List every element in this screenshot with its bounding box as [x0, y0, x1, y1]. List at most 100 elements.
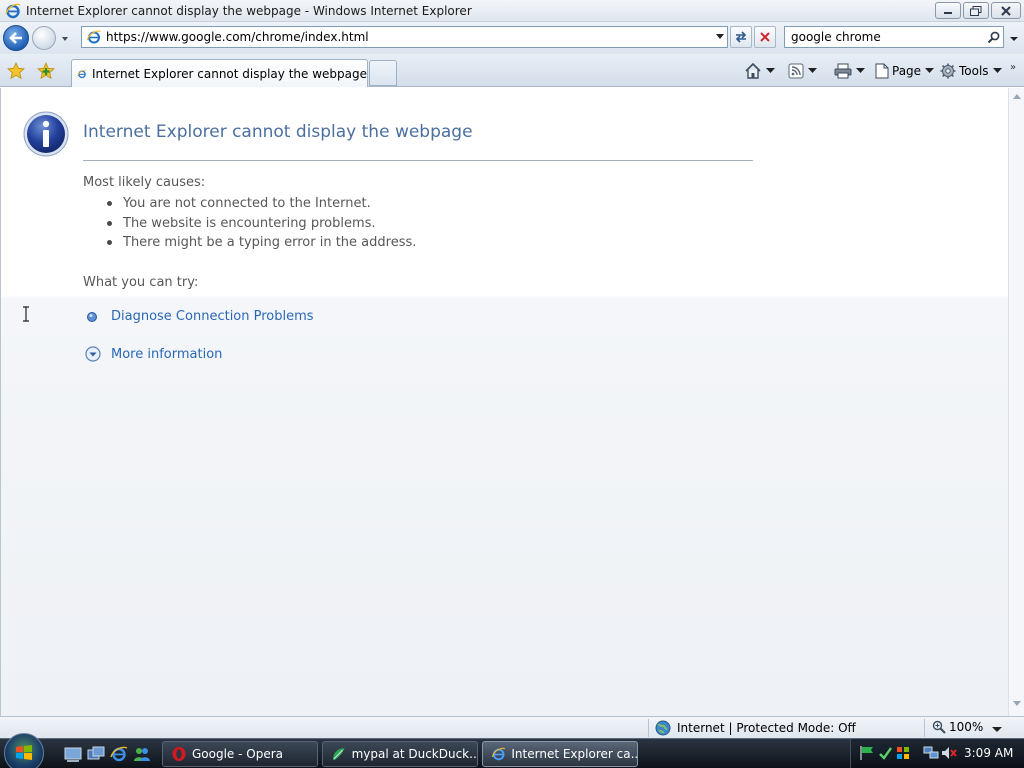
address-toolbar: https://www.google.com/chrome/index.html… [0, 22, 1024, 54]
diagnose-link-text[interactable]: Diagnose Connection Problems [111, 309, 314, 324]
taskbar-button-ie[interactable]: Internet Explorer ca... [482, 741, 638, 767]
safely-remove-icon[interactable] [877, 745, 893, 761]
toolbar-overflow-icon[interactable]: » [1010, 62, 1016, 73]
home-button[interactable] [744, 61, 775, 81]
mypal-icon [332, 748, 345, 760]
back-arrow-icon [9, 32, 22, 44]
address-bar[interactable]: https://www.google.com/chrome/index.html [81, 26, 728, 48]
new-tab-button[interactable] [369, 60, 397, 86]
text-cursor-icon [23, 306, 29, 322]
title-bar: Internet Explorer cannot display the web… [0, 0, 1024, 22]
title-divider [83, 160, 753, 161]
search-box[interactable]: google chrome [784, 26, 1004, 48]
taskbar-button-label: Google - Opera [192, 747, 284, 761]
search-options-dropdown-icon[interactable] [1008, 34, 1020, 44]
forward-button[interactable] [32, 26, 56, 50]
zoom-level[interactable]: 100% [932, 720, 983, 734]
minimize-icon [944, 11, 952, 14]
taskbar: Google - Opera mypal at DuckDuck... Inte… [0, 733, 1024, 768]
messenger-icon[interactable] [133, 745, 151, 763]
more-information-link[interactable]: More information [85, 346, 222, 362]
page-menu-button[interactable]: Page [875, 61, 935, 81]
ie-logo-icon [5, 3, 21, 18]
page-dropdown-icon [925, 68, 935, 73]
info-icon [23, 111, 69, 157]
close-button[interactable] [991, 2, 1021, 19]
zoom-text: 100% [949, 720, 984, 734]
list-item: The website is encountering problems. [107, 214, 416, 234]
print-dropdown-icon[interactable] [856, 68, 865, 74]
taskbar-button-mypal[interactable]: mypal at DuckDuck... [322, 741, 478, 767]
causes-list: You are not connected to the Internet. T… [107, 194, 416, 253]
show-desktop-icon[interactable] [64, 745, 82, 763]
vertical-scrollbar[interactable] [1008, 88, 1024, 716]
page-icon [875, 63, 889, 79]
home-dropdown-icon[interactable] [766, 68, 775, 74]
tab-label: Internet Explorer cannot display the web… [92, 66, 367, 81]
security-center-icon[interactable] [895, 745, 911, 761]
feeds-dropdown-icon[interactable] [808, 68, 817, 74]
scroll-down-icon[interactable] [1012, 700, 1022, 708]
add-favorites-icon[interactable] [37, 62, 55, 80]
search-input[interactable]: google chrome [785, 30, 983, 44]
bullet-icon [107, 240, 112, 246]
gear-icon [940, 63, 956, 79]
switch-windows-icon[interactable] [87, 745, 105, 763]
feeds-button[interactable] [788, 61, 817, 81]
start-button[interactable] [4, 733, 44, 768]
tab-current[interactable]: Internet Explorer cannot display the web… [71, 59, 368, 87]
stop-icon [760, 32, 770, 42]
security-zone[interactable]: Internet | Protected Mode: Off [655, 720, 856, 736]
url-text[interactable]: https://www.google.com/chrome/index.html [106, 30, 713, 44]
cause-text: You are not connected to the Internet. [123, 196, 371, 212]
minimize-button[interactable] [935, 2, 961, 19]
window-title: Internet Explorer cannot display the web… [26, 3, 472, 18]
causes-heading: Most likely causes: [83, 175, 206, 190]
status-divider [648, 719, 649, 737]
language-flag-icon[interactable] [859, 745, 875, 761]
status-bar: Internet | Protected Mode: Off 100% [0, 716, 1024, 738]
more-info-link-text[interactable]: More information [111, 347, 222, 362]
page-menu-label: Page [892, 64, 922, 78]
list-item: There might be a typing error in the add… [107, 233, 416, 253]
search-button[interactable] [983, 27, 1003, 47]
taskbar-button-label: Internet Explorer ca... [511, 747, 637, 761]
cause-text: The website is encountering problems. [123, 215, 376, 231]
refresh-button[interactable] [730, 26, 752, 48]
windows-logo-icon [16, 745, 32, 760]
close-icon [1001, 5, 1011, 16]
blue-bullet-icon [87, 311, 97, 322]
taskbar-button-opera[interactable]: Google - Opera [162, 741, 318, 767]
print-button[interactable] [834, 61, 865, 81]
zoom-dropdown-icon[interactable] [992, 727, 1002, 733]
globe-icon [655, 720, 671, 736]
ie-quicklaunch-icon[interactable] [110, 745, 128, 763]
ie-page-icon [77, 69, 87, 78]
tools-dropdown-icon [992, 68, 1002, 73]
restore-button[interactable] [963, 2, 989, 19]
try-heading: What you can try: [83, 275, 199, 290]
scroll-up-icon[interactable] [1012, 92, 1022, 100]
tools-menu-label: Tools [959, 64, 989, 78]
list-item: You are not connected to the Internet. [107, 194, 416, 214]
ie-taskbar-icon [491, 747, 506, 761]
zone-text: Internet | Protected Mode: Off [677, 721, 856, 735]
page-icon [86, 30, 101, 44]
magnifier-icon [932, 720, 946, 734]
opera-icon [172, 747, 186, 761]
bullet-icon [107, 201, 112, 207]
taskbar-button-label: mypal at DuckDuck... [351, 747, 477, 761]
clock[interactable]: 3:09 AM [964, 746, 1013, 760]
recent-pages-dropdown-icon[interactable] [60, 34, 70, 44]
volume-muted-icon[interactable] [941, 745, 957, 761]
tools-menu-button[interactable]: Tools [940, 61, 1002, 81]
stop-button[interactable] [754, 26, 776, 48]
bullet-icon [107, 220, 112, 226]
favorites-star-icon[interactable] [7, 62, 25, 80]
diagnose-connection-link[interactable]: Diagnose Connection Problems [87, 309, 314, 324]
address-dropdown-button[interactable] [713, 27, 727, 47]
network-icon[interactable] [923, 745, 939, 761]
back-button[interactable] [3, 25, 29, 51]
printer-icon [834, 63, 852, 79]
chevron-down-icon [716, 34, 724, 39]
